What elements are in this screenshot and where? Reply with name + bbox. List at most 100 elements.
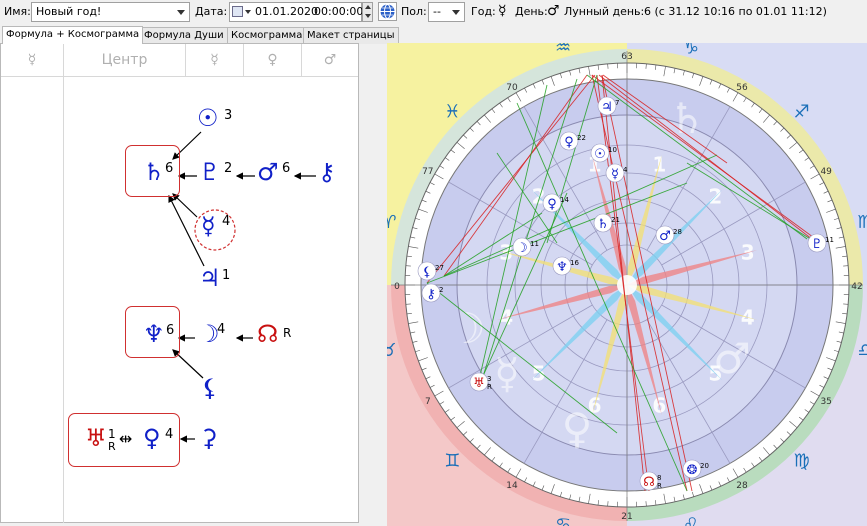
planet-degree: 21: [611, 216, 620, 224]
datetime-picker[interactable]: 01.01.2020 00:00:00: [229, 2, 363, 22]
date-value[interactable]: 01.01.2020: [255, 5, 318, 18]
year-planet-glyph: ☿: [498, 3, 507, 19]
planet-degree: 28: [673, 228, 682, 236]
zodiac-sign: ♐: [794, 101, 810, 122]
name-label: Имя:: [4, 5, 31, 18]
zodiac-sign: ♒: [555, 43, 571, 58]
planet-glyph: ⚷: [426, 287, 436, 302]
uranus-retro: R: [108, 440, 116, 453]
degree-label: 0: [394, 282, 400, 292]
zodiac-sign: ♑: [683, 43, 699, 58]
degree-label: 42: [851, 282, 862, 292]
jupiter-value: 1: [222, 268, 231, 283]
pluto-value: 2: [224, 161, 233, 176]
planet-retro: R: [487, 383, 492, 391]
planet-glyph: ♆: [556, 260, 568, 275]
planet-glyph: ♅: [473, 376, 485, 391]
time-spinner[interactable]: [362, 2, 373, 22]
zodiac-sign: ♊: [444, 451, 460, 472]
background-glyph: ♄: [668, 94, 706, 143]
planet-degree: 7: [615, 99, 619, 107]
sex-value: --: [433, 5, 441, 18]
name-combobox[interactable]: Новый год!: [31, 2, 190, 22]
lunar-day-value: 6 (с 31.12 10:16 по 01.01 11:12): [644, 5, 827, 18]
planet-degree: 11: [530, 240, 539, 248]
lunar-node-glyph: ☊: [257, 320, 279, 348]
planet-degree: 3: [487, 375, 491, 383]
degree-label: 56: [736, 83, 748, 93]
background-glyph: ☽: [448, 304, 486, 353]
degree-label: 49: [820, 167, 832, 177]
degree-label: 70: [506, 83, 518, 93]
neptune-value: 6: [166, 323, 175, 338]
cosmogram-wheel: 6356494235282114707770♑♐♏♎♍♌♋♊♉♈♓♒123456…: [387, 43, 867, 526]
degree-label: 35: [820, 397, 831, 407]
planet-degree: 10: [608, 146, 617, 154]
planet-glyph: ♃: [601, 100, 613, 115]
background-glyph: ☿: [494, 349, 520, 398]
saturn-glyph: ♄: [143, 158, 165, 186]
sun-glyph: ☉: [197, 104, 219, 132]
mutual-arrow-icon: ⇹: [119, 429, 133, 448]
neptune-glyph: ♆: [143, 320, 165, 348]
calendar-dropdown-icon[interactable]: [245, 10, 251, 14]
sun-value: 3: [224, 108, 233, 123]
chevron-down-icon[interactable]: [448, 3, 464, 21]
degree-label: 77: [422, 167, 433, 177]
tab-cosmogram[interactable]: Космограмма: [227, 27, 307, 44]
uranus-value: 1: [108, 427, 116, 441]
calendar-icon[interactable]: [232, 6, 243, 17]
background-glyph: ♂: [713, 334, 751, 383]
jupiter-glyph: ♃: [199, 264, 221, 292]
planet-glyph: ⚸: [422, 265, 432, 280]
zodiac-sign: ♌: [683, 515, 699, 526]
planet-glyph: ❂: [687, 463, 698, 478]
globe-icon[interactable]: [378, 2, 397, 21]
planet-glyph: ♂: [659, 229, 671, 244]
zodiac-sign: ♉: [387, 340, 396, 361]
planet-degree: 14: [560, 196, 569, 204]
zodiac-sign: ♍: [794, 451, 810, 472]
sex-label: Пол:: [401, 5, 427, 18]
spin-down-icon[interactable]: [363, 12, 372, 21]
venus-value: 4: [165, 427, 174, 442]
planet-glyph: ♇: [811, 237, 823, 252]
planet-degree: 16: [570, 259, 579, 267]
planet-degree: 20: [700, 462, 709, 470]
day-label: День:: [515, 5, 548, 18]
saturn-value: 6: [165, 161, 174, 176]
zodiac-sign: ♈: [387, 212, 396, 233]
cosmogram: 6356494235282114707770♑♐♏♎♍♌♋♊♉♈♓♒123456…: [387, 43, 867, 526]
tab-soul-formula[interactable]: Формула Души: [140, 27, 228, 44]
year-label: Год:: [471, 5, 496, 18]
mars-glyph: ♂: [257, 158, 279, 186]
mercury-value: 4: [222, 214, 231, 229]
degree-label: 28: [736, 481, 748, 491]
moon-value: 4: [217, 322, 226, 337]
toolbar: Имя: Новый год! Дата: 01.01.2020 00:00:0…: [0, 0, 867, 26]
tab-page-layout[interactable]: Макет страницы: [303, 27, 399, 44]
tab-formula-cosmogram[interactable]: Формула + Космограмма: [2, 26, 144, 44]
planet-glyph: ☊: [643, 475, 655, 490]
degree-label: 14: [506, 481, 518, 491]
formula-panel: ☿ Центр ☿ ♀ ♂ ☉ 3 ♄ 6 ♇ 2 ♂ 6 ⚷ ☿ 4 ♃ 1 …: [0, 43, 359, 523]
time-value[interactable]: 00:00:00: [314, 5, 363, 18]
name-value: Новый год!: [36, 5, 102, 18]
day-planet-glyph: ♂: [547, 3, 560, 19]
formula-arrows: [168, 131, 316, 443]
planet-glyph: ♀: [564, 135, 574, 150]
background-glyph: ♀: [562, 404, 593, 453]
ceres-glyph: ⚳: [200, 424, 218, 452]
lunar-node-retro: R: [283, 326, 292, 340]
tab-strip: Формула + Космограмма Формула Души Космо…: [0, 26, 400, 44]
degree-label: 63: [621, 52, 632, 62]
degree-label: 21: [621, 512, 632, 522]
sex-combobox[interactable]: --: [428, 2, 465, 22]
date-label: Дата:: [195, 5, 228, 18]
chiron-glyph: ⚷: [318, 158, 336, 186]
chevron-down-icon[interactable]: [173, 3, 189, 21]
zodiac-sign: ♓: [444, 101, 460, 122]
spin-up-icon[interactable]: [363, 3, 372, 12]
zodiac-sign: ♏: [858, 212, 867, 233]
venus-glyph: ♀: [143, 424, 161, 452]
